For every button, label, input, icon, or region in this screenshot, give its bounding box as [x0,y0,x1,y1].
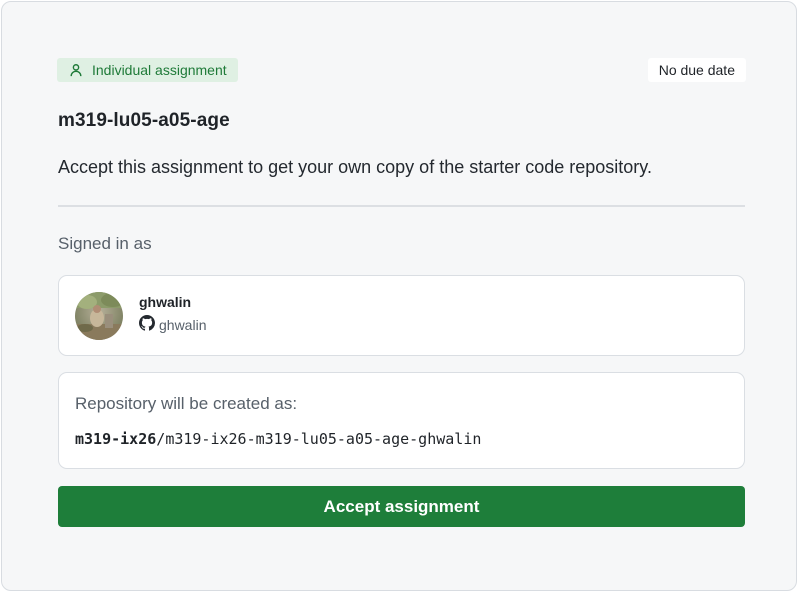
repository-org: m319-ix26 [75,430,157,448]
due-date-badge: No due date [647,58,746,82]
accept-assignment-button[interactable]: Accept assignment [58,486,745,527]
username-text: ghwalin [159,316,207,333]
repository-name: m319-ix26-m319-lu05-a05-age-ghwalin [165,430,482,448]
repository-card: Repository will be created as: m319-ix26… [58,372,745,469]
repository-separator: / [156,430,166,448]
assignment-type-badge: Individual assignment [57,58,238,82]
assignment-type-label: Individual assignment [92,62,227,78]
divider [58,205,745,207]
avatar [75,292,123,340]
repository-label: Repository will be created as: [75,394,298,413]
repository-path: m319-ix26/m319-ix26-m319-lu05-a05-age-gh… [75,430,481,448]
github-icon [139,315,155,334]
assignment-description: Accept this assignment to get your own c… [58,157,652,177]
signed-in-label: Signed in as [58,234,152,253]
person-icon [69,63,83,77]
assignment-title: m319-lu05-a05-age [58,110,230,131]
user-display-name: ghwalin [139,294,192,310]
user-username: ghwalin [139,315,206,334]
user-card: ghwalin ghwalin [58,275,745,356]
